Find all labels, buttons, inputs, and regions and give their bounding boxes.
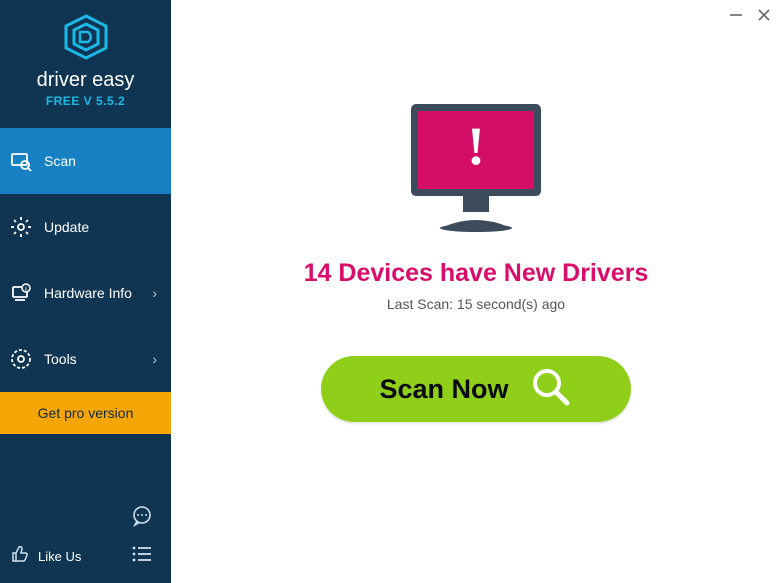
main-panel: ! 14 Devices have New Drivers Last Scan:… [171,0,781,583]
headline: 14 Devices have New Drivers [304,259,649,288]
sidebar-footer: Like Us [0,499,171,583]
chat-icon[interactable] [131,505,153,532]
gear-icon [10,216,32,238]
last-scan-text: Last Scan: 15 second(s) ago [387,296,565,312]
scan-now-button[interactable]: Scan Now [321,356,631,422]
sidebar-item-label: Hardware Info [44,285,132,301]
app-version: FREE V 5.5.2 [0,94,171,108]
sidebar-item-label: Update [44,219,89,235]
chevron-right-icon: › [152,285,157,301]
sidebar-item-scan[interactable]: Scan [0,128,171,194]
logo-block: driver easy FREE V 5.5.2 [0,0,171,118]
sidebar-item-label: Tools [44,351,77,367]
tools-icon [10,348,32,370]
minimize-button[interactable] [729,8,743,26]
hardware-info-icon: i [10,282,32,304]
like-us-label: Like Us [38,549,81,564]
sidebar-item-update[interactable]: Update [0,194,171,260]
monitor-alert-icon: ! [401,100,551,237]
sidebar-item-tools[interactable]: Tools › [0,326,171,392]
spacer [0,434,171,499]
sidebar-item-label: Scan [44,153,76,169]
svg-text:!: ! [467,116,485,176]
get-pro-button[interactable]: Get pro version [0,392,171,434]
like-us-button[interactable]: Like Us [10,544,81,569]
window-controls [729,8,771,26]
app-name: driver easy [0,69,171,92]
sidebar: driver easy FREE V 5.5.2 Scan [0,0,171,583]
thumbs-up-icon [10,544,30,569]
sidebar-item-hardware-info[interactable]: i Hardware Info › [0,260,171,326]
scan-icon [10,150,32,172]
magnify-icon [529,365,573,414]
app-logo-icon [62,14,110,65]
sidebar-nav: Scan Update [0,128,171,392]
menu-list-icon[interactable] [131,545,153,568]
chevron-right-icon: › [152,351,157,367]
close-button[interactable] [757,8,771,26]
scan-now-label: Scan Now [379,374,508,405]
get-pro-label: Get pro version [38,405,134,421]
